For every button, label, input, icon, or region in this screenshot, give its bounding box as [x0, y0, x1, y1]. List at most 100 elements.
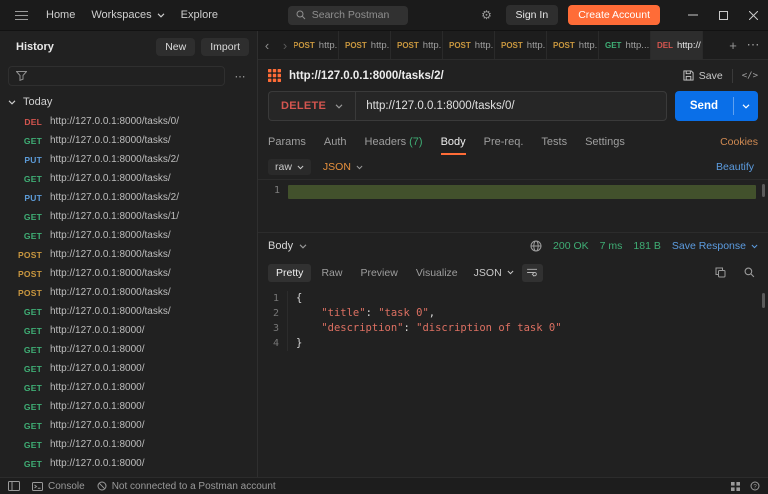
request-tab[interactable]: Tests — [541, 136, 567, 148]
history-filter-input[interactable] — [33, 70, 217, 82]
request-tab-item[interactable]: DEL http:// — [651, 31, 703, 59]
menu-icon[interactable] — [12, 6, 30, 24]
history-group-today[interactable]: Today — [0, 92, 257, 112]
request-tab[interactable]: Body — [440, 136, 466, 155]
request-body-editor[interactable]: 1 — [258, 179, 768, 232]
history-item-url: http://127.0.0.1:8000/ — [50, 401, 145, 412]
search-postman-box[interactable]: Search Postman — [287, 5, 408, 25]
new-tab-icon[interactable]: + — [724, 36, 742, 54]
method-select[interactable]: DELETE — [268, 91, 356, 121]
wrap-line-icon[interactable] — [521, 263, 543, 282]
request-workspace: ‹ › POST http... POST http... POST http.… — [258, 31, 768, 477]
tab-method: POST — [501, 40, 523, 50]
nav-home[interactable]: Home — [46, 9, 75, 21]
history-item[interactable]: GET http://127.0.0.1:8000/ — [0, 359, 257, 378]
history-item[interactable]: GET http://127.0.0.1:8000/ — [0, 435, 257, 454]
response-body-viewer[interactable]: 1 { 2 "title": "task 0", 3 "description"… — [258, 286, 768, 477]
tab-options-icon[interactable]: ⋯ — [744, 36, 762, 54]
save-response-button[interactable]: Save Response — [672, 240, 758, 252]
copy-icon[interactable] — [711, 264, 729, 282]
console-button[interactable]: Console — [32, 481, 85, 492]
response-tab[interactable]: Visualize — [408, 264, 466, 282]
history-item[interactable]: POST http://127.0.0.1:8000/tasks/ — [0, 245, 257, 264]
history-item[interactable]: GET http://127.0.0.1:8000/ — [0, 340, 257, 359]
top-bar: Home Workspaces Explore Search Postman ⚙… — [0, 0, 768, 31]
tab-label: http... — [422, 39, 442, 51]
send-button[interactable]: Send — [675, 91, 733, 121]
minimize-icon[interactable] — [678, 0, 708, 30]
history-item[interactable]: GET http://127.0.0.1:8000/tasks/ — [0, 169, 257, 188]
history-item-url: http://127.0.0.1:8000/ — [50, 420, 145, 431]
history-item[interactable]: GET http://127.0.0.1:8000/tasks/1/ — [0, 207, 257, 226]
response-tab[interactable]: Raw — [313, 264, 350, 282]
history-item[interactable]: GET http://127.0.0.1:8000/tasks/ — [0, 302, 257, 321]
close-icon[interactable] — [738, 0, 768, 30]
body-format-select[interactable]: raw — [268, 159, 311, 175]
request-tab[interactable]: Pre-req. — [484, 136, 524, 148]
nav-explore[interactable]: Explore — [181, 9, 218, 21]
console-icon — [32, 481, 43, 491]
line-number: 4 — [258, 336, 288, 351]
history-item[interactable]: GET http://127.0.0.1:8000/tasks/ — [0, 226, 257, 245]
sidebar-toggle-icon[interactable] — [8, 481, 20, 491]
history-item[interactable]: GET http://127.0.0.1:8000/ — [0, 454, 257, 473]
help-icon[interactable]: ? — [750, 481, 760, 491]
history-item[interactable]: POST http://127.0.0.1:8000/tasks/ — [0, 283, 257, 302]
cookies-link[interactable]: Cookies — [720, 136, 758, 148]
response-scrollbar[interactable] — [762, 293, 765, 308]
line-content: "title": "task 0", — [321, 307, 436, 319]
import-button[interactable]: Import — [201, 37, 249, 56]
request-tab[interactable]: Settings — [585, 136, 625, 148]
create-account-button[interactable]: Create Account — [568, 5, 660, 25]
history-item[interactable]: GET http://127.0.0.1:8000/ — [0, 397, 257, 416]
maximize-icon[interactable] — [708, 0, 738, 30]
editor-scrollbar[interactable] — [762, 184, 765, 197]
search-response-icon[interactable] — [740, 264, 758, 282]
body-format-row: raw JSON Beautify — [258, 155, 768, 179]
code-snippet-icon[interactable]: </> — [742, 71, 758, 81]
request-tab[interactable]: Headers (7) — [365, 136, 423, 148]
beautify-link[interactable]: Beautify — [716, 161, 758, 173]
save-button[interactable]: Save — [683, 70, 723, 82]
response-tab[interactable]: Preview — [352, 264, 405, 282]
two-pane-icon[interactable] — [731, 481, 740, 491]
settings-gear-icon[interactable]: ⚙ — [478, 6, 496, 24]
send-options-icon[interactable] — [734, 91, 758, 121]
history-item[interactable]: DEL http://127.0.0.1:8000/tasks/0/ — [0, 112, 257, 131]
history-item-method: DEL — [24, 116, 42, 127]
request-tab-item[interactable]: POST http... — [443, 31, 495, 59]
request-tab-item[interactable]: POST http... — [547, 31, 599, 59]
url-input[interactable] — [355, 91, 667, 121]
request-tab-item[interactable]: POST http... — [391, 31, 443, 59]
tab-scroll-right-icon[interactable]: › — [276, 31, 294, 59]
history-group-label: Today — [23, 96, 53, 108]
history-item[interactable]: PUT http://127.0.0.1:8000/tasks/2/ — [0, 188, 257, 207]
request-tab-label: Body — [440, 136, 466, 148]
history-item[interactable]: POST http://127.0.0.1:8000/tasks/ — [0, 264, 257, 283]
body-language-select[interactable]: JSON — [323, 161, 363, 173]
history-item[interactable]: GET http://127.0.0.1:8000/tasks/ — [0, 131, 257, 150]
history-item-url: http://127.0.0.1:8000/tasks/2/ — [50, 192, 179, 203]
history-item[interactable]: GET http://127.0.0.1:8000/ — [0, 321, 257, 340]
new-button[interactable]: New — [156, 37, 196, 56]
request-tab-item[interactable]: POST http... — [495, 31, 547, 59]
response-tab[interactable]: Pretty — [268, 263, 312, 282]
history-item[interactable]: GET http://127.0.0.1:8000/ — [0, 416, 257, 435]
history-item-method: GET — [23, 230, 42, 241]
request-tab-item[interactable]: GET http... — [599, 31, 651, 59]
history-item[interactable]: GET http://127.0.0.1:8000/ — [0, 378, 257, 397]
history-item[interactable]: PUT http://127.0.0.1:8000/tasks/2/ — [0, 150, 257, 169]
request-tab[interactable]: Params — [268, 136, 306, 148]
nav-workspaces[interactable]: Workspaces — [91, 9, 165, 21]
request-tab-item[interactable]: POST http... — [294, 31, 339, 59]
history-more-icon[interactable]: ⋯ — [231, 67, 249, 85]
chevron-down-icon — [507, 270, 514, 275]
network-globe-icon[interactable] — [530, 240, 542, 252]
tab-scroll-left-icon[interactable]: ‹ — [258, 31, 276, 59]
response-body-select[interactable]: Body — [268, 240, 307, 252]
sign-in-button[interactable]: Sign In — [505, 5, 559, 25]
request-tab-item[interactable]: POST http... — [339, 31, 391, 59]
response-language-select[interactable]: JSON — [474, 267, 514, 279]
history-item-method: GET — [23, 325, 42, 336]
request-tab[interactable]: Auth — [324, 136, 347, 148]
